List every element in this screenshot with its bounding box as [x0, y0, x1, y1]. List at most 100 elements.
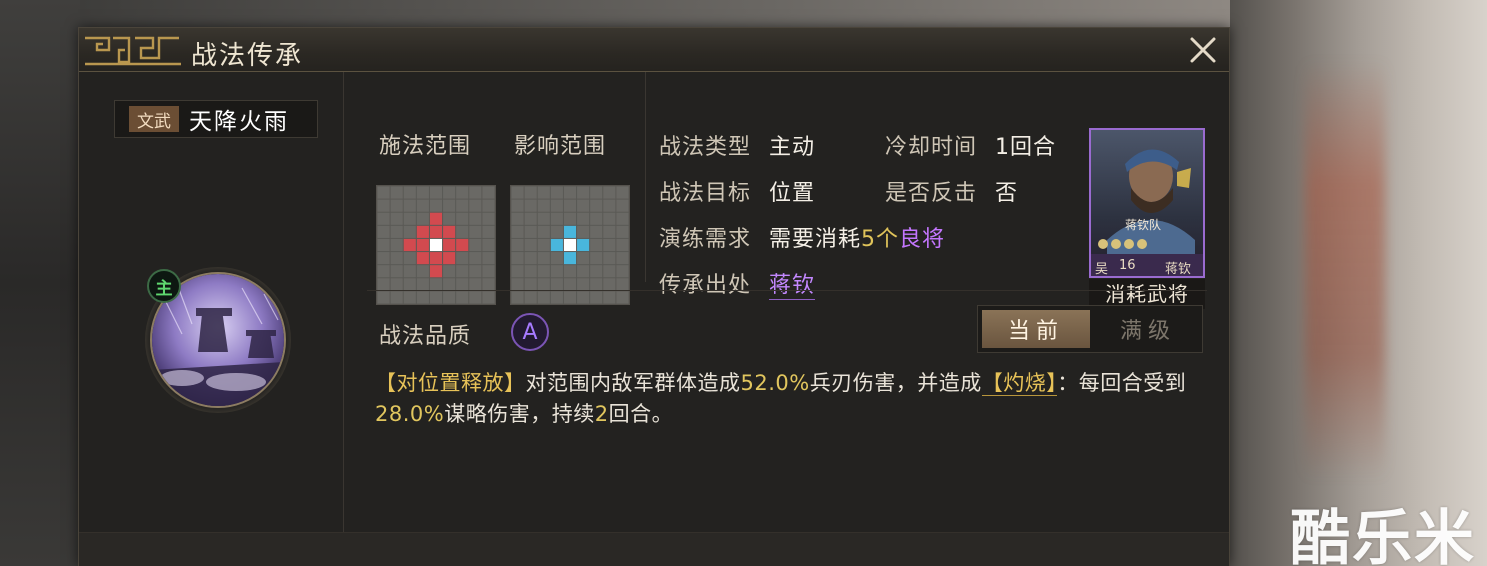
effect-range-cell	[511, 252, 524, 265]
cast-range-cell	[403, 186, 416, 199]
cast-range-cell	[429, 212, 443, 225]
cast-range-cell	[456, 252, 469, 265]
cast-range-cell	[429, 225, 443, 238]
cast-range-cell	[469, 291, 482, 304]
cast-range-label: 施法范围	[379, 134, 472, 159]
tab-current[interactable]: 当前	[982, 310, 1090, 348]
cast-range-cell	[390, 212, 403, 225]
cast-range-cell	[403, 291, 416, 304]
quality-label: 战法品质	[379, 324, 472, 349]
skill-type-tag: 文武	[129, 106, 179, 132]
background-top	[80, 0, 1230, 28]
inherit-source-link[interactable]: 蒋钦	[769, 273, 816, 300]
cast-range-cell	[469, 278, 482, 291]
hero-level: 16	[1119, 258, 1136, 273]
cast-range-cell	[482, 199, 495, 212]
effect-range-cell	[511, 225, 524, 238]
background-left	[0, 0, 80, 566]
desc-text-2: 兵刃伤害，并造成	[809, 371, 982, 395]
hero-name-small: 蒋钦	[1165, 262, 1192, 277]
effect-range-cell	[616, 291, 629, 304]
cast-range-cell	[443, 225, 456, 238]
effect-range-cell	[511, 212, 524, 225]
hero-unit-name: 蒋钦队	[1125, 218, 1162, 232]
effect-range-cell	[550, 199, 563, 212]
skill-description: 【对位置释放】对范围内敌军群体造成52.0%兵刃伤害，并造成【灼烧】：每回合受到…	[375, 368, 1205, 430]
effect-range-cell	[511, 199, 524, 212]
practice-requirement-label: 演练需求	[659, 227, 752, 252]
effect-range-cell	[616, 265, 629, 278]
cast-range-cell	[390, 199, 403, 212]
effect-range-cell	[616, 199, 629, 212]
cast-range-cell	[416, 278, 429, 291]
cast-range-cell	[403, 225, 416, 238]
cast-range-cell	[456, 186, 469, 199]
effect-range-cell	[563, 238, 577, 252]
cast-range-cell	[390, 265, 403, 278]
effect-range-cell	[616, 186, 629, 199]
skill-inherit-dialog: 战法传承 文武 天降火雨 主 施法范围 影响范围 战法类型 主动 冷却时间 1回…	[78, 27, 1230, 566]
cast-range-cell	[429, 291, 443, 304]
practice-requirement-prefix: 需要消耗	[769, 227, 862, 252]
cast-range-cell	[403, 238, 416, 252]
column-divider	[645, 72, 646, 282]
cast-range-cell	[456, 238, 469, 252]
cast-range-cell	[429, 278, 443, 291]
inherit-source-row: 传承出处 蒋钦	[659, 267, 816, 300]
cast-range-cell	[416, 291, 429, 304]
close-button[interactable]	[1187, 34, 1219, 66]
effect-range-cell	[577, 291, 590, 304]
hero-faction-mark: 吴	[1095, 262, 1109, 277]
cast-range-cell	[482, 225, 495, 238]
effect-range-cell	[603, 199, 616, 212]
effect-range-cell	[563, 212, 577, 225]
effect-range-cell	[590, 291, 603, 304]
cast-range-cell	[429, 252, 443, 265]
effect-range-cell	[537, 225, 550, 238]
hero-card[interactable]: 吴 16 蒋钦 蒋钦队	[1089, 128, 1205, 278]
effect-range-cell	[550, 278, 563, 291]
effect-range-cell	[537, 252, 550, 265]
desc-burn-tag[interactable]: 【灼烧】	[981, 371, 1058, 396]
effect-range-cell	[590, 265, 603, 278]
effect-range-cell	[550, 265, 563, 278]
effect-range-cell	[511, 265, 524, 278]
counterattack-value: 否	[995, 181, 1019, 206]
desc-text-1: 对范围内敌军群体造成	[525, 371, 741, 395]
desc-text-5: 回合。	[608, 402, 674, 426]
effect-range-cell	[524, 225, 537, 238]
tab-max-level[interactable]: 满级	[1094, 306, 1202, 352]
main-skill-badge: 主	[147, 269, 181, 303]
effect-range-cell	[590, 186, 603, 199]
cast-range-cell	[429, 199, 443, 212]
cast-range-cell	[443, 238, 456, 252]
cast-range-cell	[482, 265, 495, 278]
effect-range-cell	[524, 212, 537, 225]
cast-range-cell	[377, 199, 390, 212]
effect-range-cell	[590, 238, 603, 252]
effect-range-cell	[603, 186, 616, 199]
effect-range-cell	[511, 186, 524, 199]
desc-text-3: ：每回合受到	[1057, 371, 1187, 395]
cooldown-value: 1回合	[995, 135, 1057, 160]
watermark: 酷乐米	[1290, 504, 1476, 566]
cast-range-cell	[456, 225, 469, 238]
cast-range-cell	[377, 212, 390, 225]
cast-range-cell	[403, 278, 416, 291]
effect-range-cell	[577, 212, 590, 225]
cast-range-cell	[403, 212, 416, 225]
cast-range-cell	[469, 225, 482, 238]
cooldown-label: 冷却时间	[885, 135, 978, 160]
cast-range-cell	[443, 199, 456, 212]
cast-range-cell	[377, 225, 390, 238]
effect-range-cell	[616, 225, 629, 238]
cast-range-cell	[429, 186, 443, 199]
effect-range-cell	[577, 186, 590, 199]
effect-range-cell	[603, 252, 616, 265]
effect-range-cell	[537, 212, 550, 225]
effect-range-cell	[537, 199, 550, 212]
desc-damage-1: 52.0%	[740, 371, 810, 395]
desc-target-tag: 【对位置释放】	[375, 371, 526, 395]
effect-range-cell	[524, 186, 537, 199]
effect-range-cell	[577, 252, 590, 265]
